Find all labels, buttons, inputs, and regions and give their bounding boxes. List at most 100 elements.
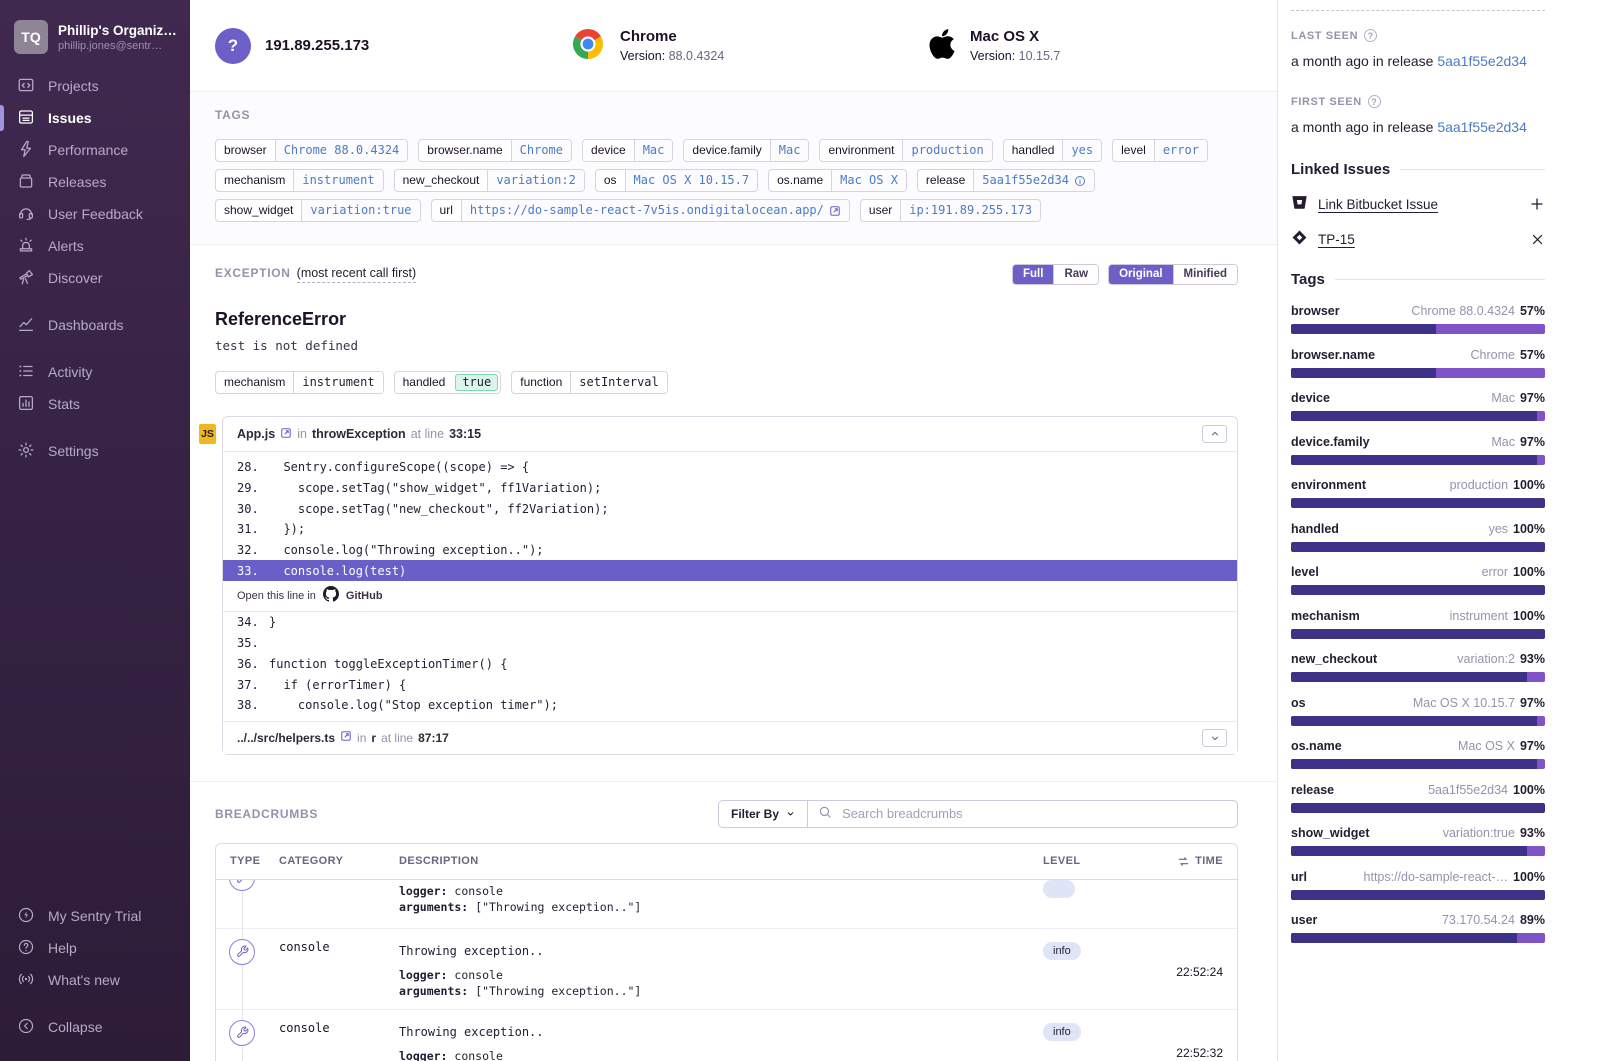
frame-header[interactable]: App.js in throwException at line 33:15 (223, 417, 1237, 452)
tag-pill[interactable]: os Mac OS X 10.15.7 (595, 169, 758, 192)
tag-pill[interactable]: url https://do-sample-react-7v5is.ondigi… (431, 199, 850, 222)
expand-frame-button[interactable] (1202, 729, 1227, 747)
sidebar-item-releases[interactable]: Releases (0, 166, 190, 198)
tag-stat-percent: 93% (1520, 652, 1545, 666)
sidebar-item-alerts[interactable]: Alerts (0, 230, 190, 262)
search-breadcrumbs-input[interactable] (840, 805, 1227, 822)
tag-value-link[interactable]: ip:191.89.255.173 (900, 200, 1040, 221)
sidebar-label: Collapse (48, 1019, 102, 1035)
tag-pill[interactable]: show_widget variation:true (215, 199, 421, 222)
sidebar-label: Activity (48, 364, 92, 380)
sidebar-item-trial[interactable]: My Sentry Trial (0, 900, 190, 932)
tag-distribution-row[interactable]: browser.name Chrome57% (1291, 348, 1545, 378)
tag-value-link[interactable]: error (1154, 140, 1207, 161)
external-link-icon[interactable] (829, 205, 841, 217)
tag-value-link[interactable]: variation:2 (487, 170, 583, 191)
tag-distribution-row[interactable]: show_widget variation:true93% (1291, 826, 1545, 856)
sidebar-item-discover[interactable]: Discover (0, 262, 190, 294)
jira-issue-link[interactable]: TP-15 (1318, 232, 1355, 247)
tag-value-link[interactable]: https://do-sample-react-7v5is.ondigitalo… (461, 200, 849, 221)
tag-distribution-row[interactable]: browser Chrome 88.0.432457% (1291, 304, 1545, 334)
tag-pill[interactable]: level error (1112, 139, 1208, 162)
breadcrumbs-section: BREADCRUMBS Filter By TYPE CATEGORY DESC… (190, 782, 1277, 1061)
sidebar-item-activity[interactable]: Activity (0, 356, 190, 388)
tag-distribution-row[interactable]: os.name Mac OS X97% (1291, 739, 1545, 769)
tag-value-link[interactable]: variation:true (301, 200, 419, 221)
tag-pill[interactable]: environment production (819, 139, 992, 162)
tag-distribution-bar (1291, 411, 1545, 421)
tag-value-link[interactable]: yes (1062, 140, 1101, 161)
filter-by-dropdown[interactable]: Filter By (719, 801, 808, 827)
view-toggle-button[interactable]: Full (1013, 265, 1054, 284)
sidebar-item-performance[interactable]: Performance (0, 134, 190, 166)
tag-value-link[interactable]: Chrome 88.0.4324 (275, 140, 408, 161)
tag-distribution-row[interactable]: os Mac OS X 10.15.797% (1291, 696, 1545, 726)
sidebar-collapse-button[interactable]: Collapse (0, 1011, 190, 1043)
open-line-label: Open this line in (237, 590, 316, 602)
tag-pill[interactable]: handled yes (1003, 139, 1102, 162)
open-in-github-row[interactable]: Open this line in GitHub (223, 581, 1237, 612)
question-circle-icon[interactable]: ? (1368, 95, 1381, 108)
release-link[interactable]: 5aa1f55e2d34 (1437, 53, 1527, 69)
sidebar-item-stats[interactable]: Stats (0, 388, 190, 420)
column-time-sort[interactable]: TIME (1139, 855, 1223, 868)
tag-distribution-row[interactable]: level error100% (1291, 565, 1545, 595)
tag-stat-percent: 100% (1513, 522, 1545, 536)
tag-distribution-row[interactable]: new_checkout variation:293% (1291, 652, 1545, 682)
tag-value-link[interactable]: Mac (634, 140, 673, 161)
tag-distribution-bar (1291, 498, 1545, 508)
tag-distribution-row[interactable]: user 73.170.54.2489% (1291, 913, 1545, 943)
tag-distribution-row[interactable]: url https://do-sample-react-…100% (1291, 870, 1545, 900)
org-avatar: TQ (14, 20, 48, 54)
tag-pill[interactable]: device Mac (582, 139, 673, 162)
tag-distribution-row[interactable]: release 5aa1f55e2d34100% (1291, 783, 1545, 813)
view-toggle-button[interactable]: Raw (1054, 265, 1098, 284)
frame-function: throwException (312, 427, 406, 441)
close-icon[interactable] (1530, 232, 1545, 247)
tag-value-link[interactable]: 5aa1f55e2d34 (973, 170, 1094, 191)
external-link-icon[interactable] (280, 427, 292, 442)
plus-icon[interactable] (1529, 196, 1545, 212)
tag-pill[interactable]: os.name Mac OS X (768, 169, 907, 192)
release-link[interactable]: 5aa1f55e2d34 (1437, 119, 1527, 135)
sidebar-item-help[interactable]: Help (0, 932, 190, 964)
sidebar-item-whats-new[interactable]: What's new (0, 964, 190, 996)
tag-pill[interactable]: release 5aa1f55e2d34 (917, 169, 1095, 192)
tag-value-link[interactable]: production (902, 140, 991, 161)
sidebar-item-user-feedback[interactable]: User Feedback (0, 198, 190, 230)
tag-pill[interactable]: device.family Mac (683, 139, 809, 162)
sidebar-item-settings[interactable]: Settings (0, 435, 190, 467)
sidebar-item-issues[interactable]: Issues (0, 102, 190, 134)
tag-value-link[interactable]: Mac OS X (831, 170, 906, 191)
tag-distribution-row[interactable]: mechanism instrument100% (1291, 609, 1545, 639)
tag-distribution-row[interactable]: handled yes100% (1291, 522, 1545, 552)
tag-pill[interactable]: new_checkout variation:2 (394, 169, 585, 192)
sidebar-item-projects[interactable]: Projects (0, 70, 190, 102)
link-bitbucket-issue-link[interactable]: Link Bitbucket Issue (1318, 197, 1438, 212)
source-toggle-button[interactable]: Original (1109, 265, 1173, 284)
tag-pill[interactable]: browser Chrome 88.0.4324 (215, 139, 408, 162)
collapse-frame-button[interactable] (1202, 425, 1227, 443)
tag-value-link[interactable]: instrument (293, 170, 382, 191)
tag-pill[interactable]: mechanism instrument (215, 169, 384, 192)
info-icon (1074, 175, 1086, 187)
tag-pill[interactable]: browser.name Chrome (418, 139, 572, 162)
org-switcher[interactable]: TQ Phillip's Organiz… phillip.jones@sent… (0, 14, 190, 70)
sidebar-item-dashboards[interactable]: Dashboards (0, 309, 190, 341)
tag-value-link[interactable]: Chrome (511, 140, 571, 161)
tag-value-link[interactable]: Mac (770, 140, 809, 161)
source-toggle-button[interactable]: Minified (1174, 265, 1237, 284)
tag-distribution-row[interactable]: device Mac97% (1291, 391, 1545, 421)
tag-distribution-fill (1291, 672, 1527, 682)
tag-distribution-bar (1291, 324, 1545, 334)
question-circle-icon[interactable]: ? (1364, 29, 1377, 42)
meta-key: mechanism (216, 372, 293, 393)
tag-distribution-row[interactable]: environment production100% (1291, 478, 1545, 508)
tag-pill[interactable]: user ip:191.89.255.173 (860, 199, 1041, 222)
tag-stat-name: url (1291, 870, 1307, 884)
tag-value-link[interactable]: Mac OS X 10.15.7 (625, 170, 758, 191)
next-frame-header[interactable]: ../../src/helpers.ts in r at line 87:17 (223, 721, 1237, 754)
external-link-icon[interactable] (340, 730, 352, 745)
tag-distribution-row[interactable]: device.family Mac97% (1291, 435, 1545, 465)
tag-distribution-bar (1291, 716, 1545, 726)
